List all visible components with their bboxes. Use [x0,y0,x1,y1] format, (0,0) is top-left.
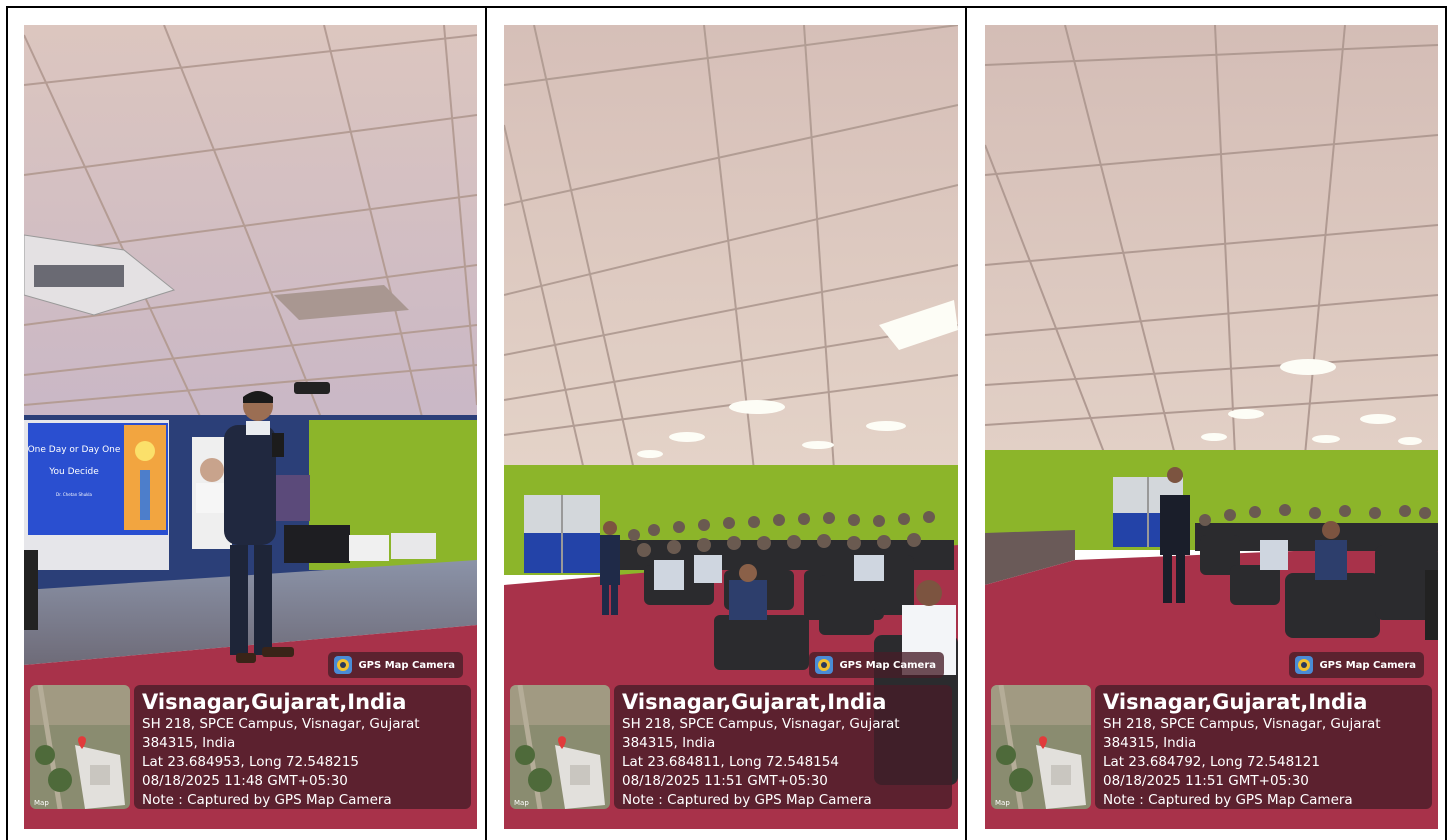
gps-camera-label: GPS Map Camera [358,659,455,671]
gps-camera-logo-icon [334,656,353,674]
address-line2: 384315, India [1103,735,1197,751]
slide-presenter: Dr. Chetan Shukla [56,492,93,497]
address-line2: 384315, India [622,735,716,751]
geotag-info-box: Visnagar,Gujarat,India SH 218, SPCE Camp… [134,685,471,809]
coordinates: Lat 23.684811, Long 72.548154 [622,754,839,770]
satellite-map-image [991,685,1091,809]
map-label: Map [514,799,529,807]
address-line1: SH 218, SPCE Campus, Visnagar, Gujarat [1103,716,1381,732]
capture-note: Note : Captured by GPS Map Camera [1103,792,1353,808]
capture-note: Note : Captured by GPS Map Camera [622,792,872,808]
photo-panel-3: GPS Map Camera Map Visnagar,Gujarat,Indi… [985,25,1438,829]
gps-camera-badge: GPS Map Camera [1289,652,1424,678]
geotag-info-box: Visnagar,Gujarat,India SH 218, SPCE Camp… [614,685,952,809]
location-title: Visnagar,Gujarat,India [622,690,887,714]
timestamp: 08/18/2025 11:51 GMT+05:30 [622,773,828,789]
gps-camera-logo-icon [815,656,834,674]
location-map-thumbnail: Map [510,685,610,809]
address-line1: SH 218, SPCE Campus, Visnagar, Gujarat [142,716,420,732]
gps-camera-badge: GPS Map Camera [809,652,944,678]
divider-2 [965,6,967,840]
gps-camera-logo-icon [1295,656,1314,674]
gps-camera-badge: GPS Map Camera [328,652,463,678]
photo-panel-2: GPS Map Camera Map Visnagar,Gujarat,Indi… [504,25,958,829]
map-label: Map [995,799,1010,807]
timestamp: 08/18/2025 11:48 GMT+05:30 [142,773,348,789]
slide-title-line2: You Decide [48,467,99,477]
photo-collage: One Day or Day One You Decide Dr. Chetan… [0,0,1453,840]
satellite-map-image [510,685,610,809]
divider-1 [485,6,487,840]
satellite-map-image [30,685,130,809]
address-line1: SH 218, SPCE Campus, Visnagar, Gujarat [622,716,900,732]
capture-note: Note : Captured by GPS Map Camera [142,792,392,808]
geotag-info-box: Visnagar,Gujarat,India SH 218, SPCE Camp… [1095,685,1432,809]
location-map-thumbnail: Map [991,685,1091,809]
coordinates: Lat 23.684953, Long 72.548215 [142,754,359,770]
timestamp: 08/18/2025 11:51 GMT+05:30 [1103,773,1309,789]
gps-camera-label: GPS Map Camera [1319,659,1416,671]
location-map-thumbnail: Map [30,685,130,809]
address-line2: 384315, India [142,735,236,751]
location-title: Visnagar,Gujarat,India [142,690,407,714]
map-label: Map [34,799,49,807]
slide-title-line1: One Day or Day One [28,445,121,455]
location-title: Visnagar,Gujarat,India [1103,690,1368,714]
photo-panel-1: One Day or Day One You Decide Dr. Chetan… [24,25,477,829]
gps-camera-label: GPS Map Camera [839,659,936,671]
coordinates: Lat 23.684792, Long 72.548121 [1103,754,1320,770]
